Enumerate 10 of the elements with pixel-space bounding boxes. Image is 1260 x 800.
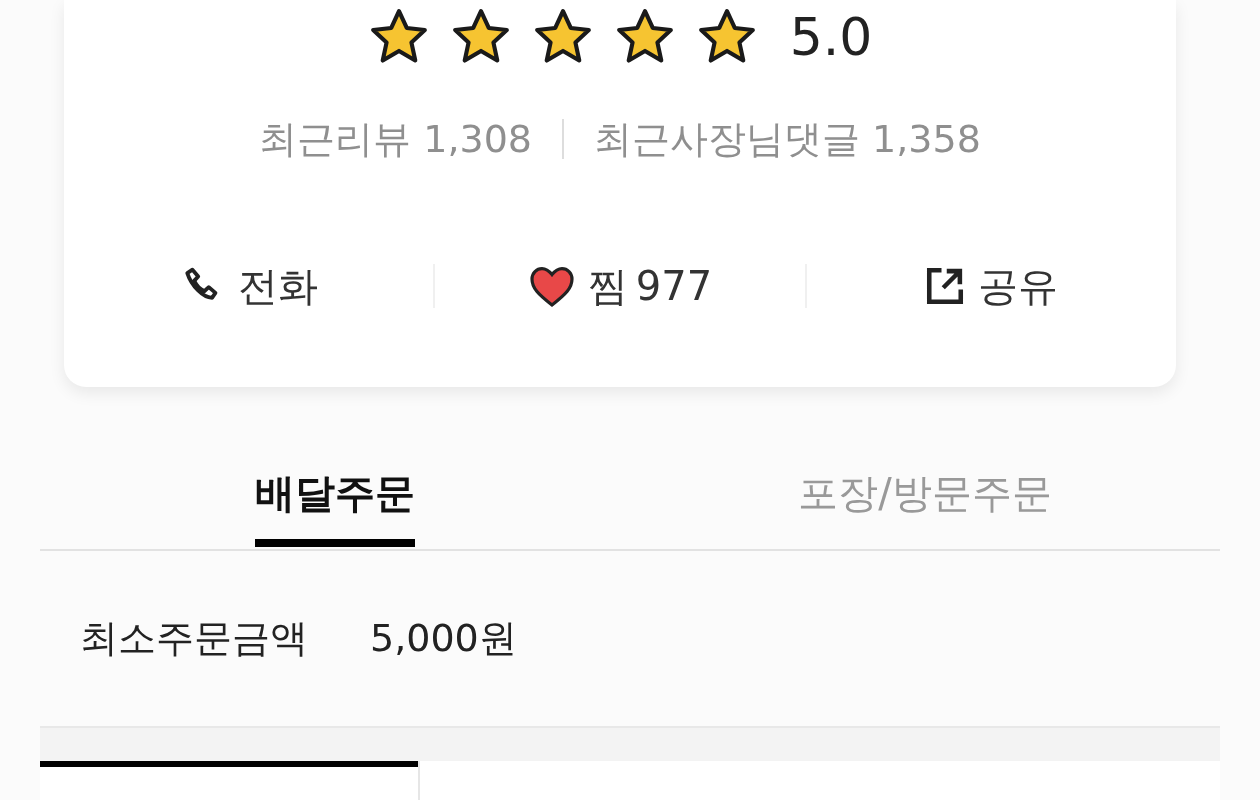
- share-button[interactable]: 공유: [806, 256, 1176, 316]
- rating-score: 5.0: [789, 7, 873, 67]
- stat-text: 최근리뷰 1,308: [259, 115, 532, 163]
- heart-icon: [527, 264, 576, 308]
- min-order-label: 최소주문금액: [80, 615, 308, 662]
- stat-text: 최근사장님댓글 1,358: [594, 115, 981, 163]
- heart-button[interactable]: 찜 977: [435, 256, 805, 316]
- phone-button[interactable]: 전화: [64, 256, 434, 316]
- min-order-value: 5,000원: [370, 615, 517, 662]
- order-tab[interactable]: 배달주문: [40, 437, 630, 549]
